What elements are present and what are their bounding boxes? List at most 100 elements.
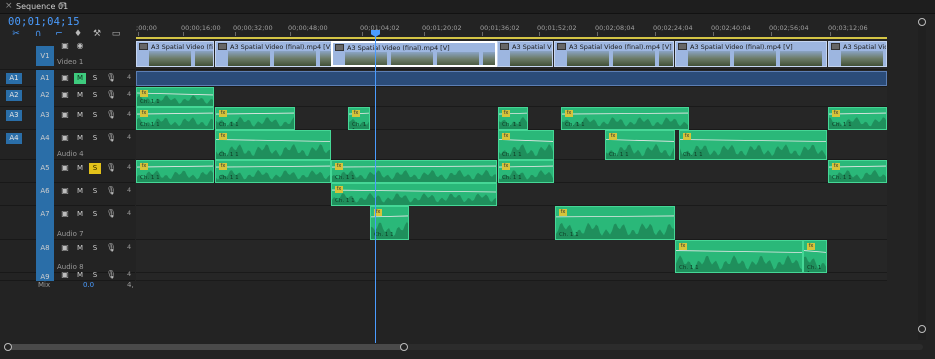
audio-clip[interactable]: fx Ch. 1 1 [555, 206, 675, 240]
time-ruler[interactable]: ;00;00 00;00;16;00 00;00;32;00 00;00;48;00 0… [136, 18, 887, 38]
video-clip[interactable]: A3 Spatial Video (final).mp4 [V] [554, 41, 674, 67]
audio-clip[interactable]: fx Ch. 1 1 [803, 240, 827, 273]
audio-clip[interactable]: fx Ch. 1 1 [828, 107, 887, 130]
audio-clip[interactable]: fx Ch. 1 1 [679, 130, 827, 160]
video-clip[interactable]: A3 Spatial Video (final).mp4 [V] [675, 41, 827, 67]
clip-gain-label: Ch. 1 1 [807, 265, 822, 272]
microphone-icon[interactable]: 🎙 [106, 133, 116, 142]
solo-button[interactable]: S [89, 133, 101, 144]
sync-lock-icon[interactable]: ▣ [60, 243, 70, 252]
sync-lock-icon[interactable]: ▣ [60, 90, 70, 99]
audio-clip[interactable]: fx Ch. 1 1 [498, 130, 554, 160]
microphone-icon[interactable]: 🎙 [106, 90, 116, 99]
target-patch[interactable]: A5 [36, 160, 54, 183]
mix-value[interactable]: 0.0 [83, 281, 94, 289]
target-patch[interactable]: A8 [36, 240, 54, 273]
microphone-icon[interactable]: 🎙 [106, 163, 116, 172]
sync-lock-icon[interactable]: ▣ [60, 270, 70, 279]
eye-icon[interactable]: ◉ [75, 41, 85, 50]
source-patch[interactable]: A4 [6, 133, 22, 144]
microphone-icon[interactable]: 🎙 [106, 270, 116, 279]
track-name: Audio 4 [57, 150, 84, 158]
sync-lock-icon[interactable]: ▣ [60, 163, 70, 172]
vertical-scrollbar[interactable] [918, 18, 926, 340]
solo-button[interactable]: S [89, 243, 101, 254]
microphone-icon[interactable]: 🎙 [106, 243, 116, 252]
video-clip[interactable]: A3 Spatial Video [828, 41, 887, 67]
sync-lock-icon[interactable]: ▣ [60, 133, 70, 142]
target-patch[interactable]: A1 [36, 70, 54, 87]
solo-button[interactable]: S [89, 73, 101, 84]
audio-clip[interactable]: fx Ch. 1 1 [561, 107, 689, 130]
source-patch[interactable]: A3 [6, 110, 22, 121]
solo-button[interactable]: S [89, 110, 101, 121]
video-clip-label: A3 Spatial Video (final).m [151, 43, 214, 51]
video-clip[interactable]: A3 Spatial Video (final).mp4 [V] [331, 41, 497, 67]
mute-button[interactable]: M [74, 243, 86, 254]
sync-lock-icon[interactable]: ▣ [60, 186, 70, 195]
mute-button[interactable]: M [74, 90, 86, 101]
camera-icon[interactable]: ▣ [60, 41, 70, 50]
track-header-a7: A7 ▣ M S 🎙 4 Audio 7 [0, 206, 135, 240]
audio-clip[interactable]: fx Ch. 1 1 [136, 107, 214, 130]
microphone-icon[interactable]: 🎙 [106, 73, 116, 82]
target-patch[interactable]: A7 [36, 206, 54, 240]
audio-clip[interactable]: fx Ch. 1 1 [215, 107, 295, 130]
solo-button[interactable]: S [89, 209, 101, 220]
target-v1[interactable]: V1 [36, 46, 54, 66]
mute-button[interactable]: M [74, 186, 86, 197]
target-patch[interactable]: A2 [36, 87, 54, 107]
audio-clip[interactable]: fx Ch. 1 1 [605, 130, 675, 160]
ruler-label: 00;03;12;06 [828, 24, 868, 32]
hscroll-right-handle[interactable] [400, 343, 408, 351]
mix-label: Mix [38, 281, 51, 289]
track-header-a1: A1 A1 ▣ M S 🎙 4 [0, 70, 135, 87]
audio-clip[interactable]: fx Ch. 1 1 [215, 160, 331, 183]
sync-lock-icon[interactable]: ▣ [60, 209, 70, 218]
sync-lock-icon[interactable]: ▣ [60, 73, 70, 82]
audio-clip[interactable]: fx Ch. 1 1 [828, 160, 887, 183]
video-clip[interactable]: A3 Spatial Video (final).mp4 [V] [215, 41, 332, 67]
audio-clip[interactable]: fx Ch. 1 1 [498, 160, 554, 183]
audio-clip[interactable]: fx Ch. 1 1 [215, 130, 331, 160]
audio-clip-a1[interactable] [136, 71, 887, 86]
target-patch[interactable]: A6 [36, 183, 54, 206]
playhead-timecode[interactable]: 00;01;04;15 [8, 16, 80, 28]
vscroll-top-handle[interactable] [918, 18, 926, 26]
microphone-icon[interactable]: 🎙 [106, 209, 116, 218]
source-patch[interactable]: A2 [6, 90, 22, 101]
mute-button[interactable]: M [74, 209, 86, 220]
clip-thumbnail [274, 51, 316, 66]
target-patch[interactable]: A9 [36, 273, 54, 281]
vscroll-bottom-handle[interactable] [918, 325, 926, 333]
solo-button[interactable]: S [89, 163, 101, 174]
mute-button[interactable]: M [74, 270, 86, 281]
mute-button[interactable]: M [74, 73, 86, 84]
video-clip[interactable]: A3 Spatial Video (final).m [136, 41, 214, 67]
mute-button[interactable]: M [74, 163, 86, 174]
audio-clip[interactable]: fx Ch. 1 1 [348, 107, 370, 130]
audio-clip[interactable]: fx Ch. 1 1 [675, 240, 803, 273]
microphone-icon[interactable]: 🎙 [106, 186, 116, 195]
source-patch[interactable]: A1 [6, 73, 22, 84]
solo-button[interactable]: S [89, 90, 101, 101]
audio-clip[interactable]: fx Ch. 1 1 [498, 107, 528, 130]
mute-button[interactable]: M [74, 110, 86, 121]
solo-button[interactable]: S [89, 186, 101, 197]
audio-clip[interactable]: fx Ch. 1 1 [331, 160, 497, 183]
target-patch[interactable]: A4 [36, 130, 54, 160]
audio-clip[interactable]: fx Ch. 1 1 [136, 160, 214, 183]
mute-button[interactable]: M [74, 133, 86, 144]
video-clip[interactable]: A3 Spatial Video (final).mp4 [V] [497, 41, 553, 67]
hscroll-left-handle[interactable] [4, 343, 12, 351]
target-patch[interactable]: A3 [36, 107, 54, 130]
panel-menu-icon[interactable]: ≡ [59, 0, 67, 10]
close-tab-icon[interactable]: × [5, 1, 13, 11]
sync-lock-icon[interactable]: ▣ [60, 110, 70, 119]
playhead-line[interactable] [375, 36, 376, 343]
microphone-icon[interactable]: 🎙 [106, 110, 116, 119]
solo-button[interactable]: S [89, 270, 101, 281]
horizontal-scroll-thumb[interactable] [8, 344, 406, 350]
audio-clip[interactable]: fx Ch. 1 1 [136, 87, 214, 107]
audio-clip[interactable]: fx Ch. 1 1 [331, 183, 497, 206]
